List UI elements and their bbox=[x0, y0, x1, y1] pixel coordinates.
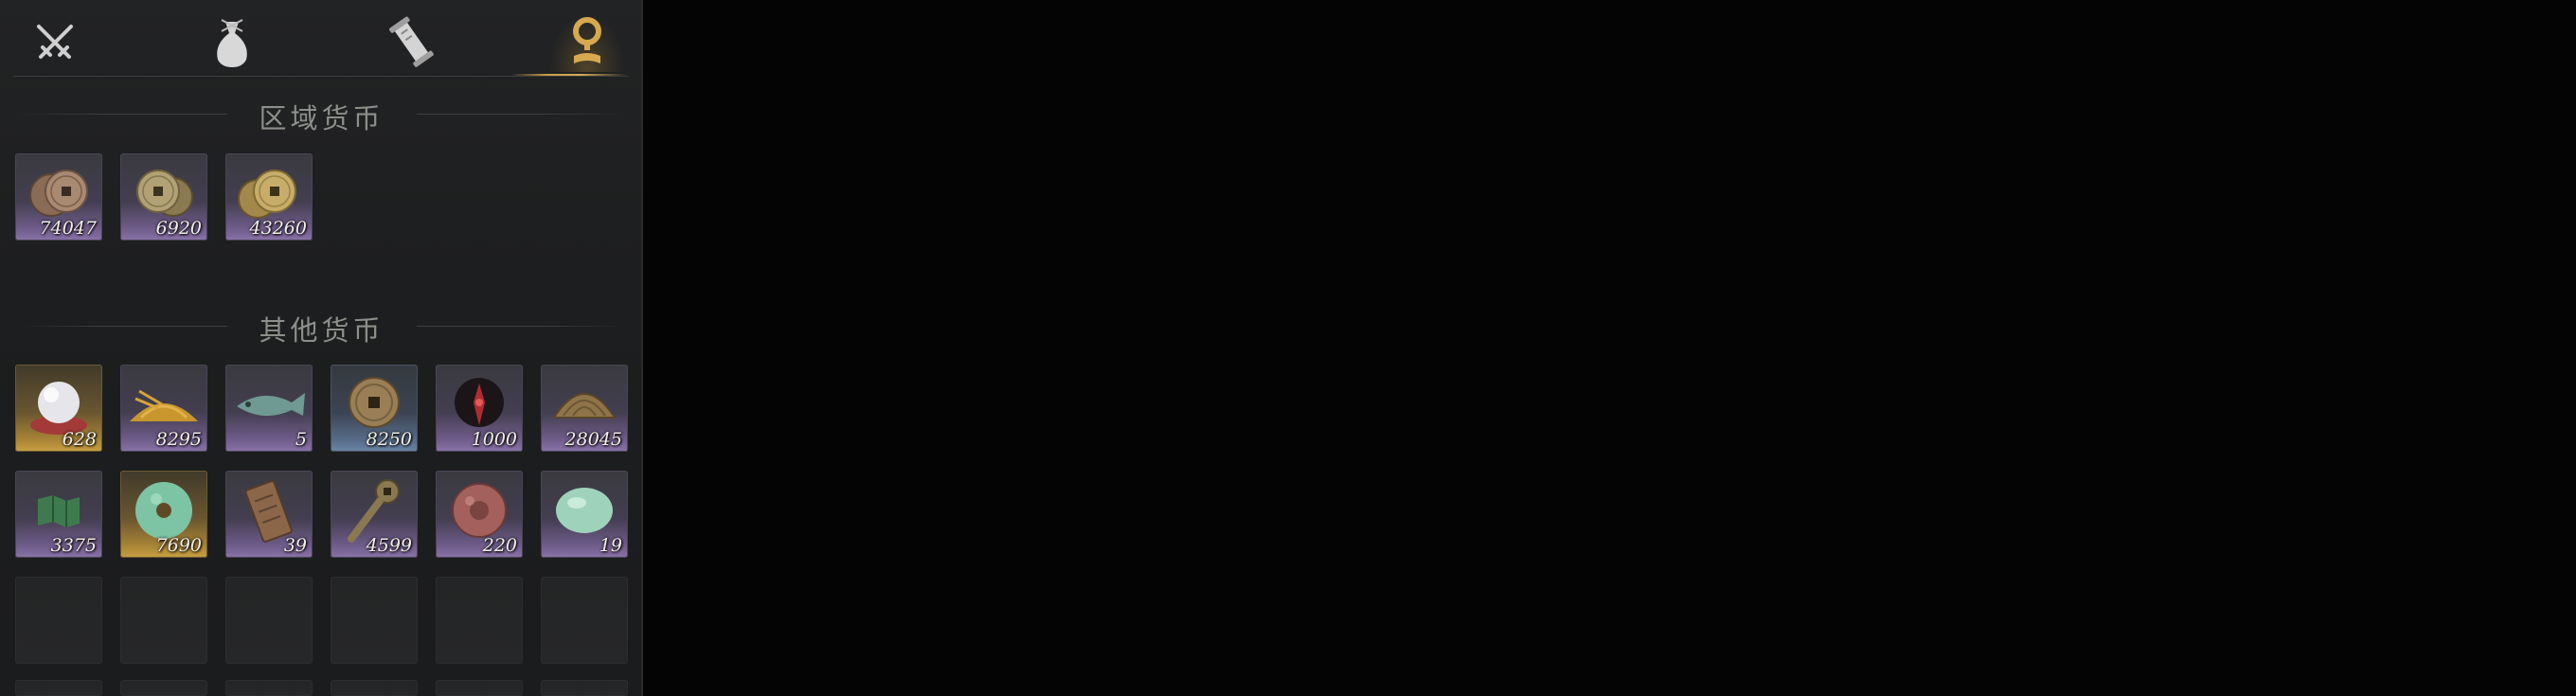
empty-slot[interactable] bbox=[120, 680, 207, 696]
regional-currency-header: 区域货币 bbox=[0, 95, 643, 134]
currency-slot[interactable]: 5 bbox=[225, 365, 313, 452]
empty-slot[interactable] bbox=[225, 680, 313, 696]
item-count: 5 bbox=[295, 429, 307, 450]
currency-slot[interactable]: 220 bbox=[436, 471, 523, 558]
category-tabs bbox=[0, 0, 643, 77]
currency-slot[interactable]: 4599 bbox=[331, 471, 418, 558]
tab-scrolls[interactable] bbox=[374, 13, 450, 72]
other-currency-header: 其他货币 bbox=[0, 307, 643, 347]
empty-slot[interactable] bbox=[541, 577, 628, 664]
crossed-swords-icon bbox=[37, 25, 73, 59]
currency-slot[interactable]: 3375 bbox=[15, 471, 102, 558]
inventory-panel: 区域货币 74047 6920 43260 其他货币 628 8295 5 82… bbox=[0, 0, 643, 696]
item-count: 4599 bbox=[366, 535, 412, 556]
empty-slot[interactable] bbox=[120, 577, 207, 664]
header-line-right bbox=[417, 326, 625, 327]
item-count: 43260 bbox=[249, 218, 307, 239]
currency-slot[interactable]: 19 bbox=[541, 471, 628, 558]
empty-slot[interactable] bbox=[436, 577, 523, 664]
empty-slot[interactable] bbox=[15, 577, 102, 664]
currency-slot[interactable]: 28045 bbox=[541, 365, 628, 452]
currency-slot[interactable]: 6920 bbox=[120, 153, 207, 241]
item-count: 28045 bbox=[564, 429, 622, 450]
currency-slot[interactable]: 74047 bbox=[15, 153, 102, 241]
tab-currency[interactable] bbox=[549, 13, 625, 72]
section-title: 其他货币 bbox=[259, 314, 385, 347]
currency-icon bbox=[573, 17, 601, 63]
currency-slot[interactable]: 43260 bbox=[225, 153, 313, 241]
item-count: 1000 bbox=[471, 429, 517, 450]
item-count: 3375 bbox=[50, 535, 97, 556]
section-title: 区域货币 bbox=[259, 102, 385, 134]
scene-background bbox=[643, 0, 2576, 696]
currency-slot[interactable]: 8295 bbox=[120, 365, 207, 452]
item-count: 19 bbox=[599, 535, 622, 556]
currency-slot[interactable]: 628 bbox=[15, 365, 102, 452]
pouch-icon bbox=[217, 19, 247, 67]
currency-slot[interactable]: 1000 bbox=[436, 365, 523, 452]
empty-slot[interactable] bbox=[436, 680, 523, 696]
currency-slot[interactable]: 7690 bbox=[120, 471, 207, 558]
tab-bag[interactable] bbox=[194, 13, 270, 72]
header-line-right bbox=[417, 114, 625, 115]
currency-slot[interactable]: 39 bbox=[225, 471, 313, 558]
empty-slot[interactable] bbox=[331, 577, 418, 664]
item-count: 8295 bbox=[155, 429, 202, 450]
item-count: 74047 bbox=[39, 218, 97, 239]
empty-slot[interactable] bbox=[15, 680, 102, 696]
tabs-divider bbox=[13, 76, 629, 77]
item-count: 7690 bbox=[155, 535, 202, 556]
tab-weapons[interactable] bbox=[17, 13, 93, 72]
item-count: 220 bbox=[482, 535, 517, 556]
item-count: 6920 bbox=[155, 218, 202, 239]
empty-slot[interactable] bbox=[541, 680, 628, 696]
scroll-icon bbox=[389, 16, 434, 67]
item-count: 39 bbox=[283, 535, 307, 556]
item-count: 628 bbox=[62, 429, 97, 450]
empty-slot[interactable] bbox=[225, 577, 313, 664]
empty-slot[interactable] bbox=[331, 680, 418, 696]
currency-slot[interactable]: 8250 bbox=[331, 365, 418, 452]
item-count: 8250 bbox=[366, 429, 412, 450]
